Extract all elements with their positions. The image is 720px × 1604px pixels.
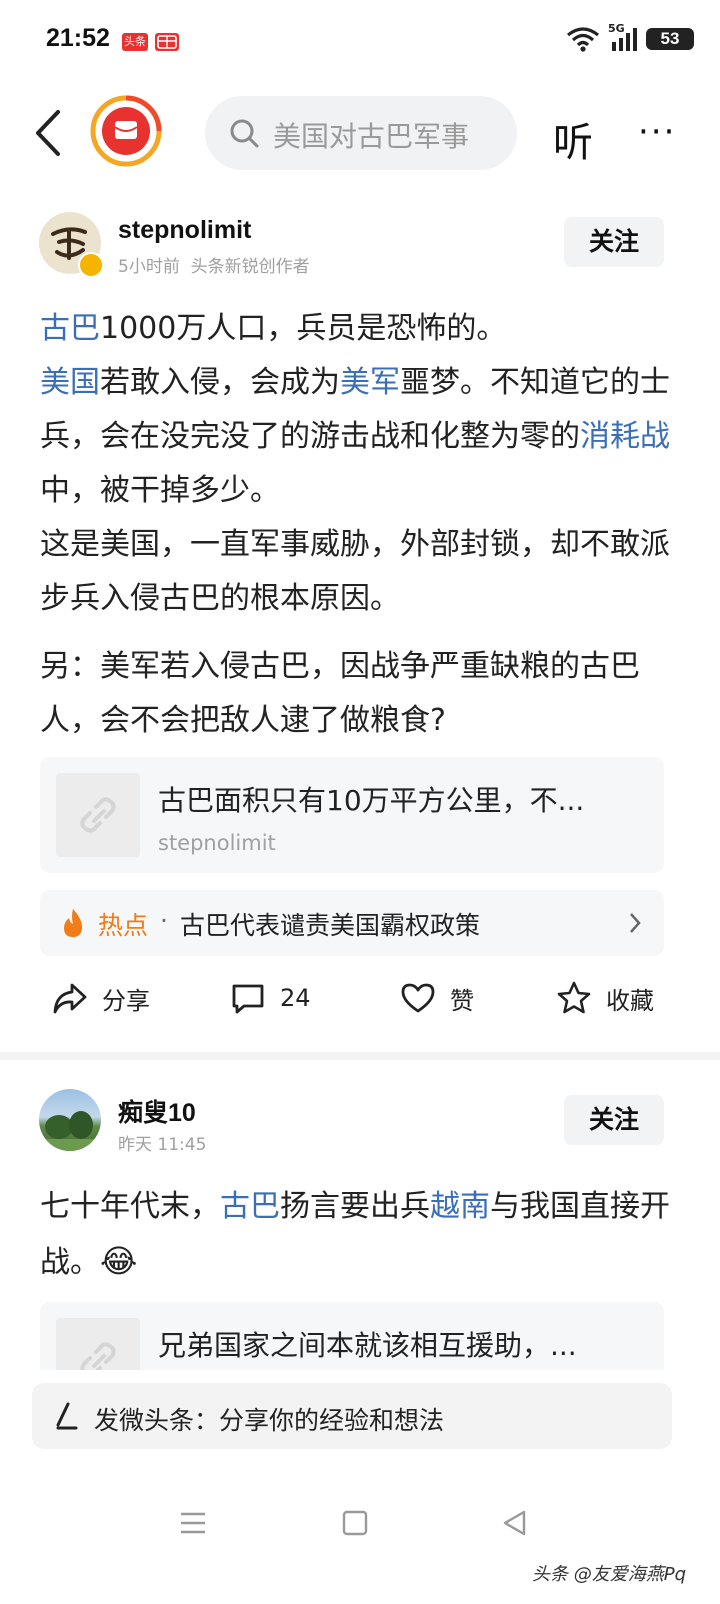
verified-badge-icon	[78, 252, 104, 278]
post-body: 古巴1000万人口，兵员是恐怖的。 美国若敢入侵，会成为美军噩梦。不知道它的士兵…	[40, 302, 680, 748]
link-thumbnail	[56, 1318, 140, 1370]
post-text: 1000万人口，兵员是恐怖的。	[100, 311, 507, 346]
back-button[interactable]	[30, 108, 70, 158]
collect-label: 收藏	[606, 986, 654, 1015]
post-text: 中，被干掉多少。	[40, 473, 280, 508]
post-paragraph: 古巴1000万人口，兵员是恐怖的。	[40, 302, 680, 356]
topic-link[interactable]: 越南	[430, 1189, 490, 1224]
battery-indicator: 53	[646, 28, 694, 50]
triangle-back-icon	[503, 1510, 526, 1536]
follow-button[interactable]: 关注	[564, 1095, 664, 1145]
listen-button[interactable]: 听	[553, 110, 593, 168]
card-source: stepnolimit	[158, 831, 276, 855]
post-text: 若敢入侵，会成为	[100, 365, 340, 400]
home-nav-button[interactable]	[340, 1508, 370, 1542]
share-label: 分享	[102, 986, 150, 1015]
post-time: 昨天 11:45	[118, 1135, 207, 1155]
red-packet-button[interactable]	[90, 95, 162, 167]
flame-icon	[64, 909, 82, 937]
back-nav-button[interactable]	[500, 1508, 530, 1542]
post-paragraph: 美国若敢入侵，会成为美军噩梦。不知道它的士兵，会在没完没了的游击战和化整为零的消…	[40, 356, 680, 518]
post-time: 5小时前	[118, 257, 180, 277]
comment-icon	[232, 984, 264, 1014]
wifi-icon	[567, 27, 599, 52]
toutiao-app-badge: 头条	[122, 33, 148, 51]
author-role: 头条新锐创作者	[190, 257, 310, 277]
status-icons: 5G 53	[566, 22, 694, 52]
compose-input[interactable]: 发微头条：分享你的经验和想法	[94, 1401, 444, 1437]
post-author-name[interactable]: stepnolimit	[118, 216, 251, 245]
more-options-icon[interactable]: ···	[638, 112, 676, 152]
landscape-avatar-icon	[39, 1111, 101, 1151]
topic-link[interactable]: 消耗战	[580, 419, 670, 454]
post-paragraph: 另：美军若入侵古巴，因战争严重缺粮的古巴人，会不会把敌人逮了做粮食?	[40, 649, 640, 738]
comment-count: 24	[280, 984, 311, 1012]
post-author-name[interactable]: 痴叟10	[118, 1093, 196, 1129]
red-gift-icon	[155, 33, 179, 51]
search-bar[interactable]: 美国对古巴军事	[205, 96, 517, 170]
linked-article-card[interactable]: 古巴面积只有10万平方公里，不... stepnolimit	[40, 757, 664, 873]
back-arrow-icon	[36, 110, 60, 156]
search-input[interactable]: 美国对古巴军事	[273, 115, 493, 155]
card-title: 古巴面积只有10万平方公里，不...	[158, 784, 585, 817]
link-icon	[80, 797, 116, 833]
laughing-emoji-icon: 😂	[100, 1242, 138, 1280]
watermark: 头条 @友爱海燕Pq	[532, 1564, 687, 1585]
topic-link[interactable]: 古巴	[220, 1189, 280, 1224]
hot-topic-bar[interactable]: 热点 · 古巴代表谴责美国霸权政策	[40, 890, 664, 956]
topic-link[interactable]: 美国	[40, 365, 100, 400]
card-title: 兄弟国家之间本就该相互援助，...	[158, 1329, 577, 1362]
menu-nav-button[interactable]	[178, 1508, 208, 1542]
collect-button[interactable]: 收藏	[556, 980, 654, 1016]
post-body: 七十年代末，古巴扬言要出兵越南与我国直接开战。😂	[40, 1180, 680, 1290]
chevron-right-icon	[630, 913, 641, 933]
square-icon	[342, 1510, 368, 1536]
post-paragraph: 这是美国，一直军事威胁，外部封锁，却不敢派步兵入侵古巴的根本原因。	[40, 527, 670, 616]
menu-icon	[181, 1512, 205, 1534]
compose-bar[interactable]: 发微头条：分享你的经验和想法	[32, 1383, 672, 1449]
topic-link[interactable]: 古巴	[40, 311, 100, 346]
post-actions: 分享 24 赞 收藏	[0, 980, 720, 1026]
heart-icon	[401, 983, 435, 1013]
like-label: 赞	[450, 986, 474, 1015]
red-packet-icon	[90, 95, 162, 167]
link-thumbnail	[56, 773, 140, 857]
pen-icon	[56, 1402, 78, 1430]
status-time: 21:52	[46, 24, 110, 52]
post-divider	[0, 1052, 720, 1060]
share-icon	[53, 983, 87, 1014]
signal-icon: 5G	[608, 22, 638, 52]
hot-label: 热点	[98, 911, 149, 940]
post-text: 七十年代末，	[40, 1189, 220, 1224]
star-icon	[557, 981, 591, 1014]
comment-button[interactable]: 24	[230, 980, 311, 1016]
post-paragraph: 七十年代末，古巴扬言要出兵越南与我国直接开战。😂	[40, 1180, 680, 1290]
topic-link[interactable]: 美军	[340, 365, 400, 400]
linked-article-card[interactable]: 兄弟国家之间本就该相互援助，...	[40, 1302, 664, 1370]
search-icon	[230, 119, 259, 148]
like-button[interactable]: 赞	[400, 980, 474, 1016]
hot-separator: ·	[160, 906, 168, 935]
hot-topic-text: 古巴代表谴责美国霸权政策	[180, 911, 481, 940]
post-text: 扬言要出兵	[280, 1189, 430, 1224]
link-icon	[80, 1342, 116, 1370]
follow-button[interactable]: 关注	[564, 217, 664, 267]
share-button[interactable]: 分享	[52, 980, 150, 1016]
avatar[interactable]	[39, 1089, 101, 1151]
post-meta: 5小时前 头条新锐创作者	[118, 252, 310, 277]
